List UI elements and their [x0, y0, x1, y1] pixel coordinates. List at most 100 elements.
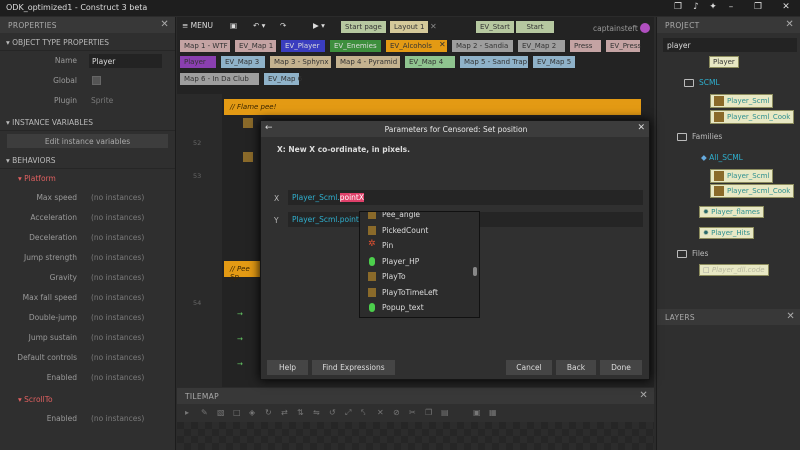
rotate-icon[interactable]: ↻ — [265, 408, 273, 417]
object-type-section[interactable]: ▾ OBJECT TYPE PROPERTIES — [0, 33, 175, 51]
layer-icon[interactable]: ▤ — [441, 408, 449, 417]
project-tab[interactable]: EV_Map 4 — [404, 55, 456, 69]
project-tab[interactable]: Map 3 - Sphynx — [269, 55, 332, 69]
instance-vars-section[interactable]: ▾ INSTANCE VARIABLES — [0, 113, 175, 131]
autocomplete-item[interactable]: PickedCount — [360, 223, 479, 239]
menu-button[interactable]: ≡ MENU — [182, 21, 213, 34]
scrollbar-thumb[interactable] — [473, 267, 477, 276]
autocomplete-item[interactable]: Player_HP — [360, 254, 479, 270]
tree-item-player-scml-cook[interactable]: Player_Scml_Cook — [710, 110, 795, 124]
crop-icon[interactable]: ✂ — [409, 408, 417, 417]
project-tab[interactable]: EV_Map 6 — [263, 72, 302, 86]
autocomplete-item[interactable]: Pee_angle — [360, 212, 479, 223]
play-icon[interactable]: ▶ ▾ — [313, 21, 325, 34]
save-icon[interactable]: ▣ — [473, 408, 481, 417]
project-tab[interactable]: EV_Map 5 — [532, 55, 576, 69]
tree-item-player-scml-family[interactable]: Player_Scml — [710, 169, 774, 183]
shrink-icon[interactable]: ⤣ — [361, 408, 369, 417]
project-tab[interactable]: EV_Press — [605, 39, 641, 53]
property-value[interactable]: (no instances) — [91, 293, 144, 302]
addon-icon[interactable]: ✦ — [706, 2, 720, 14]
pencil-icon[interactable]: ✎ — [201, 408, 209, 417]
project-tab[interactable]: Map 5 - Sand Trap — [459, 55, 529, 69]
project-tab[interactable]: EV_Map 1 — [234, 39, 277, 53]
project-tab[interactable]: Map 6 - In Da Club — [179, 72, 260, 86]
autocomplete-item[interactable]: PlayToTimeLeft — [360, 285, 479, 301]
project-tab[interactable]: Player — [179, 55, 217, 69]
save-icon[interactable]: ▣ — [230, 21, 237, 34]
close-icon[interactable]: ✕ — [779, 2, 793, 14]
mirror-icon[interactable]: ⇅ — [297, 408, 305, 417]
tab-start-page[interactable]: Start page — [340, 20, 387, 34]
find-expressions-button[interactable]: Find Expressions — [312, 360, 395, 375]
cancel-button[interactable]: Cancel — [506, 360, 552, 375]
fill-icon[interactable]: ◈ — [249, 408, 257, 417]
property-value[interactable]: (no instances) — [91, 273, 144, 282]
image-icon[interactable]: ▦ — [489, 408, 497, 417]
copy-icon[interactable]: ❐ — [425, 408, 433, 417]
global-checkbox[interactable] — [92, 76, 101, 85]
autocomplete-item[interactable]: Rain_ON — [360, 316, 479, 318]
name-input[interactable]: Player — [89, 54, 162, 68]
behavior-platform[interactable]: ▾ Platform — [0, 169, 175, 188]
behavior-scrollto[interactable]: ▾ ScrollTo — [0, 390, 175, 409]
property-value[interactable]: (no instances) — [91, 193, 144, 202]
tree-item-player[interactable]: Player — [709, 56, 739, 69]
autocomplete-item[interactable]: PlayTo — [360, 269, 479, 285]
share-icon[interactable]: ❐ — [671, 2, 685, 14]
project-tab[interactable]: Map 2 - Sandia — [451, 39, 514, 53]
tree-folder-scml[interactable]: SCML — [684, 78, 720, 91]
back-button[interactable]: Back — [556, 360, 596, 375]
tab-start[interactable]: Start — [515, 20, 555, 34]
close-icon[interactable]: ✕ — [786, 311, 795, 322]
x-expression-input[interactable]: Player_Scml.pointX — [288, 190, 643, 205]
tab-layout-1[interactable]: Layout 1 — [389, 20, 430, 34]
flip-icon[interactable]: ⇄ — [281, 408, 289, 417]
tree-item-player-scml-cook-family[interactable]: Player_Scml_Cook — [710, 184, 795, 198]
autocomplete-item[interactable]: ✲ Pin — [360, 238, 479, 254]
project-tab[interactable]: Press — [569, 39, 602, 53]
done-button[interactable]: Done — [600, 360, 642, 375]
pointer-icon[interactable]: ▸ — [185, 408, 193, 417]
reset-icon[interactable]: ↺ — [329, 408, 337, 417]
comment-pee-sp[interactable]: // Pee Sp — [224, 261, 264, 281]
project-tab[interactable]: Map 4 - Pyramid — [335, 55, 401, 69]
project-tab[interactable]: EV_Player — [280, 39, 326, 53]
tile-grid[interactable] — [177, 422, 654, 450]
tree-folder-files[interactable]: Files — [677, 249, 708, 262]
redo-icon[interactable]: ↷ — [280, 21, 286, 34]
expand-icon[interactable]: ⤢ — [345, 408, 353, 417]
close-icon[interactable]: ✕ — [637, 123, 645, 133]
eraser-icon[interactable]: ▧ — [217, 408, 225, 417]
autocomplete-item[interactable]: Popup_text — [360, 300, 479, 316]
tree-item-player-hits[interactable]: ✹ Player_Hits — [699, 227, 754, 240]
property-value[interactable]: (no instances) — [91, 353, 144, 362]
tree-item-player-scml[interactable]: Player_Scml — [710, 94, 774, 108]
project-search-input[interactable]: player — [663, 38, 797, 52]
rectangle-icon[interactable]: □ — [233, 408, 241, 417]
behaviors-section[interactable]: ▾ BEHAVIORS — [0, 151, 175, 169]
comment-flame-pee[interactable]: // Flame pee! — [224, 99, 641, 115]
bell-icon[interactable]: ♪ — [689, 2, 703, 14]
delete-icon[interactable]: ✕ — [377, 408, 385, 417]
project-tab[interactable]: Map 1 - WTF — [179, 39, 231, 53]
property-value[interactable]: (no instances) — [91, 253, 144, 262]
minimize-icon[interactable]: – — [724, 2, 738, 14]
help-button[interactable]: Help — [267, 360, 308, 375]
edit-instance-vars-button[interactable]: Edit instance variables — [7, 134, 168, 148]
project-tab[interactable]: EV_Enemies — [329, 39, 382, 53]
project-tab[interactable]: EV_Map 2 — [517, 39, 566, 53]
close-icon[interactable]: ✕ — [160, 19, 169, 30]
swap-icon[interactable]: ⇋ — [313, 408, 321, 417]
project-tab[interactable]: EV_Map 3 — [220, 55, 266, 69]
user-name[interactable]: captainsteft — [593, 24, 638, 33]
property-value[interactable]: (no instances) — [91, 233, 144, 242]
tree-item-player-dll[interactable]: □ Player_dll.code — [699, 264, 769, 277]
tree-folder-families[interactable]: Families — [677, 132, 722, 145]
property-value[interactable]: (no instances) — [91, 313, 144, 322]
property-value[interactable]: (no instances) — [91, 373, 144, 382]
clear-icon[interactable]: ⊘ — [393, 408, 401, 417]
close-icon[interactable]: ✕ — [430, 22, 437, 31]
close-icon[interactable]: ✕ — [439, 40, 446, 49]
property-value[interactable]: (no instances) — [91, 213, 144, 222]
